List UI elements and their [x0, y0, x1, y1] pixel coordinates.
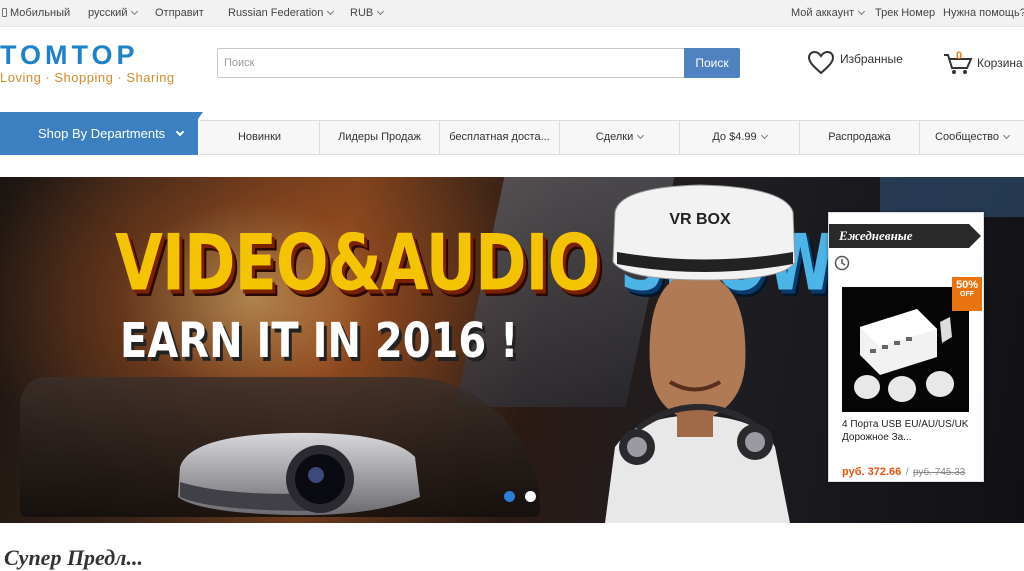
daily-deal-card[interactable]: Ежедневные 50% OFF 4 Порта USB EU/AU/US/…: [828, 212, 984, 482]
chevron-down-icon: [637, 131, 645, 140]
deal-old-price: руб. 745.33: [912, 467, 966, 478]
departments-button[interactable]: Shop By Departments: [0, 112, 203, 155]
nav-item-label: Лидеры Продаж: [338, 131, 421, 143]
discount-badge: 50% OFF: [952, 277, 982, 311]
vr-headset-image: VR BOX: [612, 184, 796, 281]
vr-box-label: VR BOX: [669, 211, 731, 228]
deal-prices: руб. 372.66 / руб. 745.33: [842, 462, 982, 480]
nav-item-label: Распродажа: [828, 131, 891, 143]
daily-deal-header: Ежедневные: [829, 224, 981, 248]
nav-item-bestsellers[interactable]: Лидеры Продаж: [320, 121, 440, 154]
top-bar: Мобильный русский Отправит Russian Feder…: [0, 0, 1024, 27]
chevron-down-icon: [377, 7, 385, 16]
banner-headline-part1: VIDEO&AUDIO: [115, 217, 620, 309]
projector-image: [178, 432, 420, 516]
clock-icon: [834, 255, 850, 271]
price-separator: /: [905, 467, 909, 478]
nav-item-community[interactable]: Сообщество: [920, 121, 1024, 154]
heart-icon: [808, 51, 834, 75]
discount-percent: 50%: [955, 279, 979, 291]
search-input[interactable]: [218, 49, 686, 77]
mobile-label: Мобильный: [10, 7, 71, 19]
section-title: Супер Предл...: [4, 545, 143, 570]
language-select[interactable]: русский: [88, 7, 139, 19]
nav-item-deals[interactable]: Сделки: [560, 121, 680, 154]
cart-label: Корзина: [977, 56, 1023, 70]
chevron-down-icon: [327, 7, 335, 16]
nav-item-label: бесплатная доста...: [449, 131, 550, 143]
account-menu[interactable]: Мой аккаунт: [791, 7, 866, 19]
usb-charger-product-image[interactable]: [842, 287, 969, 412]
account-label: Мой аккаунт: [791, 7, 855, 19]
deal-product-name[interactable]: 4 Порта USB EU/AU/US/UK Дорожное За...: [842, 418, 972, 444]
banner-background-sign: [880, 177, 1024, 217]
nav-item-label: Сделки: [595, 131, 634, 143]
deal-price: руб. 372.66: [842, 466, 902, 478]
nav-item-free-shipping[interactable]: бесплатная доста...: [440, 121, 560, 154]
currency-label: RUB: [350, 7, 374, 19]
logo-tagline: Loving · Shopping · Sharing: [0, 70, 175, 85]
country-label: Russian Federation: [228, 7, 324, 19]
ship-to-label: Отправит: [155, 7, 204, 19]
search-button[interactable]: Поиск: [684, 48, 740, 78]
help-link[interactable]: Нужна помощь?: [943, 7, 1024, 19]
mobile-link[interactable]: Мобильный: [2, 7, 70, 19]
chevron-down-icon: [131, 7, 139, 16]
nav-item-label: До $4.99: [712, 131, 757, 143]
nav-item-label: Новинки: [237, 131, 282, 143]
departments-label: Shop By Departments: [38, 126, 166, 141]
nav-menu: Новинки Лидеры Продаж бесплатная доста..…: [200, 120, 1024, 155]
nav-item-under-499[interactable]: До $4.99: [680, 121, 800, 154]
language-label: русский: [88, 7, 128, 19]
banner-subline: EARN IT IN 2016 !: [120, 314, 519, 370]
nav-item-label: Сообщество: [935, 131, 999, 143]
country-select[interactable]: Russian Federation: [228, 7, 335, 19]
logo[interactable]: TOMTOP Loving · Shopping · Sharing: [0, 41, 175, 87]
cart-count: 0: [956, 50, 963, 62]
favorites-label: Избранные: [840, 52, 903, 66]
slider-dot-active[interactable]: [504, 491, 515, 502]
chevron-down-icon: [760, 131, 768, 140]
search-bar: Поиск: [217, 48, 740, 78]
track-order-link[interactable]: Трек Номер: [875, 7, 935, 19]
phone-icon: [2, 8, 7, 17]
currency-select[interactable]: RUB: [350, 7, 385, 19]
logo-name: TOMTOP: [0, 40, 139, 70]
nav-item-new[interactable]: Новинки: [200, 121, 320, 154]
chevron-down-icon: [1002, 131, 1010, 140]
departments-notch: [198, 112, 203, 119]
chevron-down-icon: [858, 7, 866, 16]
nav-item-clearance[interactable]: Распродажа: [800, 121, 920, 154]
chevron-down-icon: [175, 127, 185, 137]
main-nav: Shop By Departments Новинки Лидеры Прода…: [0, 112, 1024, 155]
discount-off-label: OFF: [960, 291, 974, 298]
slider-dot[interactable]: [525, 491, 537, 502]
slider-dots: [504, 489, 542, 507]
